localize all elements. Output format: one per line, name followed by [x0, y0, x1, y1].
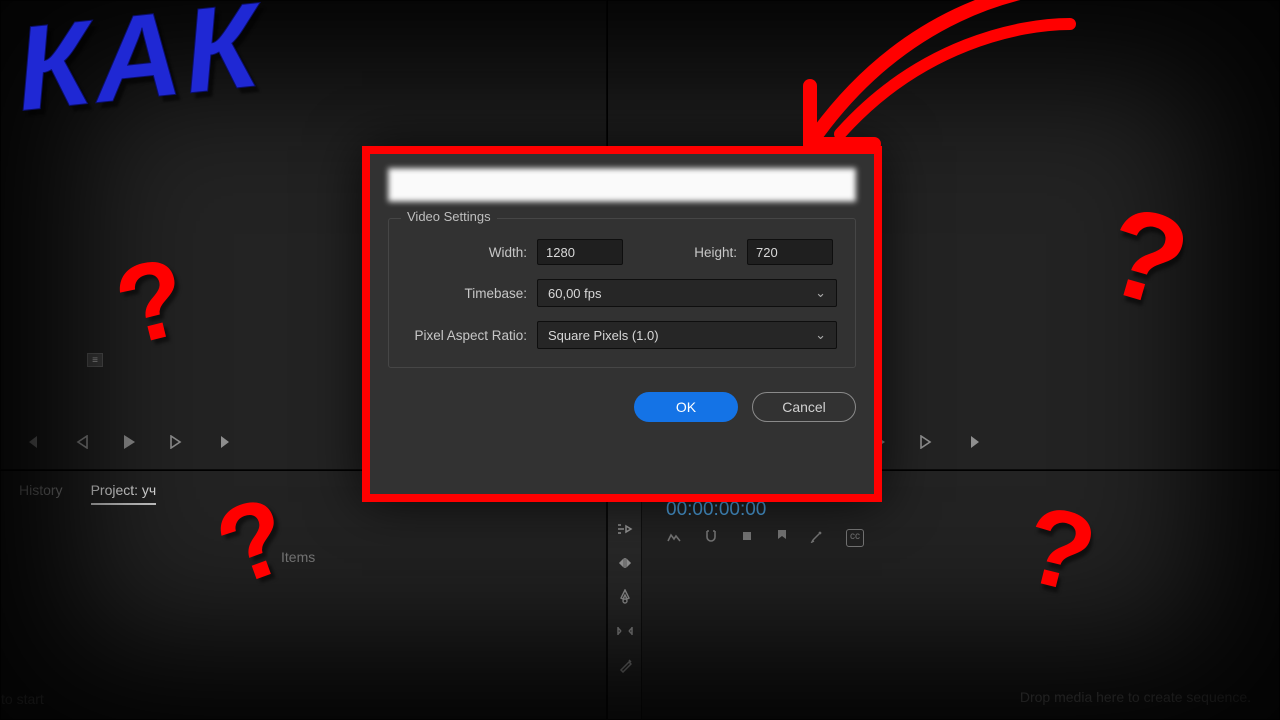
snap-icon[interactable] — [704, 529, 718, 547]
linked-selection-icon[interactable] — [740, 529, 754, 547]
track-select-tool-icon[interactable] — [615, 519, 635, 539]
marker-icon[interactable] — [776, 529, 788, 547]
mark-in-icon[interactable] — [23, 430, 47, 454]
timeline-drop-hint: Drop media here to create sequence. — [1020, 689, 1251, 705]
items-count-label: Items — [1, 549, 606, 565]
settings-icon[interactable] — [810, 529, 824, 547]
timecode-display[interactable]: 00:00:00:00 — [666, 499, 1261, 521]
razor-tool-icon[interactable] — [615, 587, 635, 607]
par-select[interactable]: Square Pixels (1.0) ⌄ — [537, 321, 837, 349]
timeline-area[interactable]: 00:00:00:00 cc Drop media here to create… — [642, 471, 1279, 719]
tab-history[interactable]: History — [19, 482, 63, 498]
dialog-titlebar[interactable] — [388, 168, 856, 202]
par-value: Square Pixels (1.0) — [548, 328, 659, 343]
dialog-buttons: OK Cancel — [388, 392, 856, 422]
timeline-tool-column — [608, 471, 642, 719]
timeline-panel: 00:00:00:00 cc Drop media here to create… — [607, 470, 1280, 720]
mark-out-icon[interactable] — [211, 430, 235, 454]
timeline-option-icons: cc — [666, 529, 1261, 547]
width-input[interactable] — [537, 239, 623, 265]
width-label: Width: — [407, 245, 527, 260]
video-settings-legend: Video Settings — [401, 209, 497, 224]
timebase-label: Timebase: — [407, 286, 527, 301]
panel-menu-icon[interactable]: ≡ — [87, 353, 103, 367]
go-out-icon[interactable] — [961, 430, 985, 454]
timebase-value: 60,00 fps — [548, 286, 602, 301]
chevron-down-icon: ⌄ — [815, 285, 826, 301]
height-input[interactable] — [747, 239, 833, 265]
tab-project[interactable]: Project: уч — [91, 482, 157, 498]
step-fwd-icon[interactable] — [914, 430, 938, 454]
pen-tool-icon[interactable] — [615, 655, 635, 675]
new-item-dialog: Video Settings Width: Height: Timebase: … — [370, 154, 874, 494]
cc-icon[interactable]: cc — [846, 529, 864, 547]
video-settings-group: Video Settings Width: Height: Timebase: … — [388, 218, 856, 368]
project-panel: History Project: уч » Items to start — [0, 470, 607, 720]
play-icon[interactable] — [117, 430, 141, 454]
timebase-select[interactable]: 60,00 fps ⌄ — [537, 279, 837, 307]
ok-button[interactable]: OK — [634, 392, 738, 422]
dialog-highlight-frame: Video Settings Width: Height: Timebase: … — [362, 146, 882, 502]
slip-tool-icon[interactable] — [615, 621, 635, 641]
chevron-down-icon: ⌄ — [815, 327, 826, 343]
ripple-tool-icon[interactable] — [615, 553, 635, 573]
nest-icon[interactable] — [666, 529, 682, 547]
par-label: Pixel Aspect Ratio: — [407, 328, 527, 343]
step-fwd-icon[interactable] — [164, 430, 188, 454]
step-back-icon[interactable] — [70, 430, 94, 454]
height-label: Height: — [653, 245, 737, 260]
cancel-button[interactable]: Cancel — [752, 392, 856, 422]
import-hint: to start — [1, 691, 44, 707]
